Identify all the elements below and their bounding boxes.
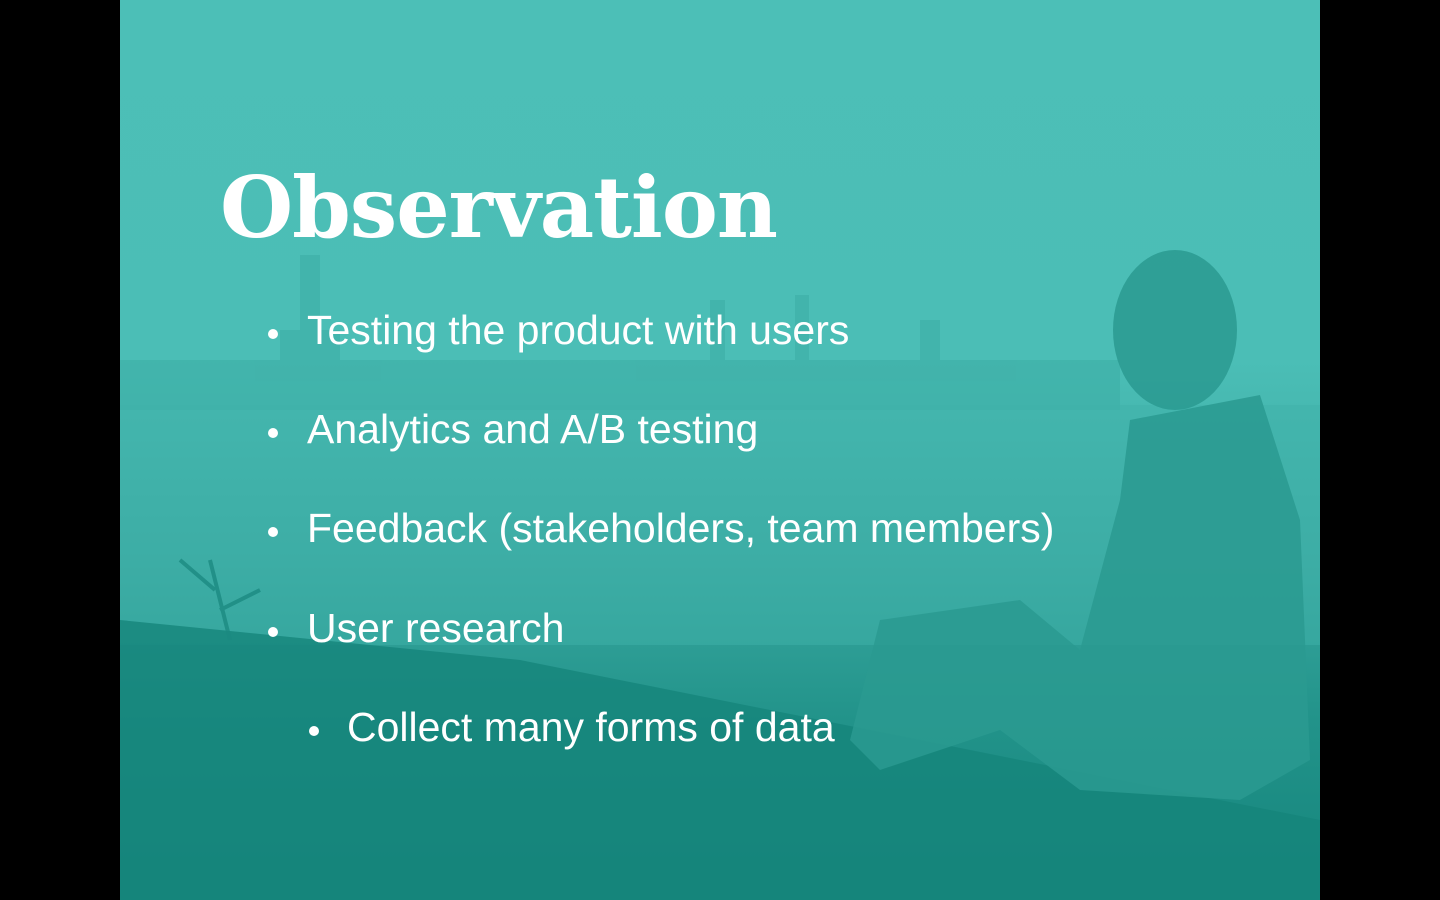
bullet-dot (268, 527, 278, 537)
bullet-dot (268, 329, 278, 339)
sub-bullet-dot (309, 726, 319, 736)
bullet-item: Testing the product with users (307, 307, 850, 353)
bullet-item: User research (307, 605, 565, 651)
bullet-item: Feedback (stakeholders, team members) (307, 505, 1055, 551)
sub-bullet-item: Collect many forms of data (347, 704, 835, 750)
bullet-dot (268, 627, 278, 637)
slide-title: Observation (220, 158, 778, 257)
bullet-item: Analytics and A/B testing (307, 406, 759, 452)
bullet-dot (268, 428, 278, 438)
slide: Observation Testing the product with use… (120, 0, 1320, 900)
